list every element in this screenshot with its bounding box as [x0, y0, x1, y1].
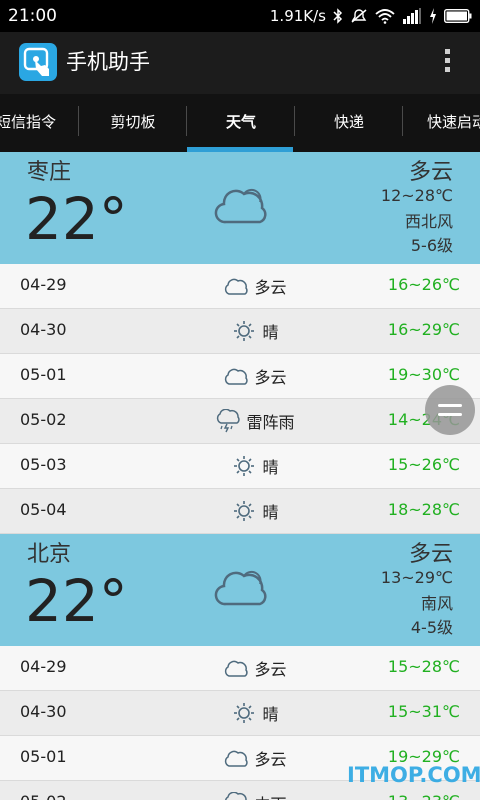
line-icon [438, 413, 462, 416]
tab-quick-launch[interactable]: 快速启动 [403, 94, 480, 152]
status-time: 21:00 [8, 6, 57, 26]
forecast-date: 05-04 [20, 500, 67, 519]
touch-hand-icon [19, 43, 57, 81]
watermark: ITMOP.COM [347, 763, 480, 787]
cloud-icon [225, 750, 249, 767]
forecast-date: 05-02 [20, 410, 67, 429]
bluetooth-icon [333, 8, 343, 24]
forecast-date: 05-01 [20, 365, 67, 384]
forecast-date: 04-29 [20, 657, 67, 676]
tab-clipboard[interactable]: 剪切板 [79, 94, 187, 152]
forecast-condition: 多云 [254, 750, 287, 769]
mute-icon [351, 9, 367, 23]
forecast-condition: 晴 [262, 458, 279, 477]
city-name: 枣庄 [27, 160, 72, 185]
forecast-row: 05-02 雷阵雨 14~24℃ [0, 399, 480, 444]
forecast-row: 05-03 晴 15~26℃ [0, 444, 480, 489]
forecast-condition: 雷阵雨 [246, 413, 295, 432]
forecast-condition: 多云 [254, 660, 287, 679]
forecast-row: 04-30 晴 15~31℃ [0, 691, 480, 736]
thunderstorm-icon [217, 409, 241, 433]
forecast-row: 04-29 多云 15~28℃ [0, 646, 480, 691]
tab-weather[interactable]: 天气 [187, 94, 295, 152]
city-card[interactable]: 枣庄 22° 多云 12~28℃ 西北风 5-6级 [0, 152, 480, 264]
overflow-menu-button[interactable] [442, 47, 452, 79]
forecast-condition: 多云 [254, 368, 287, 387]
forecast-date: 05-02 [20, 792, 67, 800]
forecast-temp: 16~26℃ [387, 275, 460, 294]
forecast-row: 04-30 晴 16~29℃ [0, 309, 480, 354]
forecast-date: 04-29 [20, 275, 67, 294]
forecast-condition: 晴 [262, 503, 279, 522]
dot-icon [444, 49, 450, 54]
cloud-icon [225, 278, 249, 295]
cloud-icon [214, 188, 267, 224]
forecast-condition: 晴 [262, 323, 279, 342]
wind-direction: 西北风 [404, 212, 453, 231]
temp-range: 13~29℃ [380, 568, 453, 587]
tab-sms-command[interactable]: 短信指令 [0, 94, 80, 152]
forecast-condition: 晴 [262, 705, 279, 724]
forecast-date: 04-30 [20, 702, 67, 721]
forecast-condition: 多云 [254, 278, 287, 297]
forecast-temp: 15~28℃ [387, 657, 460, 676]
current-temp: 22° [25, 567, 128, 635]
action-bar: 手机助手 [0, 32, 480, 94]
forecast-date: 05-01 [20, 747, 67, 766]
dot-icon [444, 67, 450, 72]
sun-icon [234, 501, 255, 521]
cloud-icon [214, 570, 267, 606]
forecast-temp: 19~30℃ [387, 365, 460, 384]
signal-icon [403, 8, 421, 24]
tab-bar: 短信指令 剪切板 天气 快递 快速启动 [0, 94, 480, 152]
sun-icon [234, 703, 255, 723]
current-condition: 多云 [408, 160, 453, 185]
wifi-icon [375, 9, 395, 24]
wind-level: 5-6级 [410, 236, 453, 255]
cloud-icon [225, 660, 249, 677]
line-icon [438, 404, 462, 407]
forecast-row: 05-01 多云 19~30℃ [0, 354, 480, 399]
forecast-temp: 13~23℃ [388, 792, 460, 800]
forecast-row: 05-04 晴 18~28℃ [0, 489, 480, 534]
forecast-date: 04-30 [20, 320, 67, 339]
status-bar: 21:00 1.91K/s [0, 0, 480, 32]
forecast-condition: 中雨 [254, 791, 286, 800]
city-name: 北京 [27, 542, 72, 567]
forecast-row: 04-29 多云 16~26℃ [0, 264, 480, 309]
status-icons: 1.91K/s [270, 5, 472, 27]
floating-menu-button[interactable] [425, 385, 475, 435]
cloud-icon [225, 368, 249, 385]
forecast-temp: 15~31℃ [387, 702, 460, 721]
forecast-date: 05-03 [20, 455, 67, 474]
forecast-temp: 15~26℃ [387, 455, 460, 474]
rain-icon [225, 792, 248, 800]
tab-express[interactable]: 快递 [295, 94, 403, 152]
dot-icon [444, 58, 450, 63]
wind-direction: 南风 [420, 594, 453, 613]
app-title: 手机助手 [66, 50, 150, 74]
sun-icon [234, 321, 255, 341]
wind-level: 4-5级 [410, 618, 453, 637]
battery-icon [444, 9, 472, 23]
forecast-temp: 18~28℃ [387, 500, 460, 519]
temp-range: 12~28℃ [380, 186, 453, 205]
current-temp: 22° [25, 185, 128, 253]
charging-icon [430, 8, 436, 24]
network-speed: 1.91K/s [269, 7, 326, 25]
forecast-temp: 16~29℃ [387, 320, 460, 339]
sun-icon [234, 456, 255, 476]
city-card[interactable]: 北京 22° 多云 13~29℃ 南风 4-5级 [0, 534, 480, 646]
current-condition: 多云 [408, 542, 453, 567]
